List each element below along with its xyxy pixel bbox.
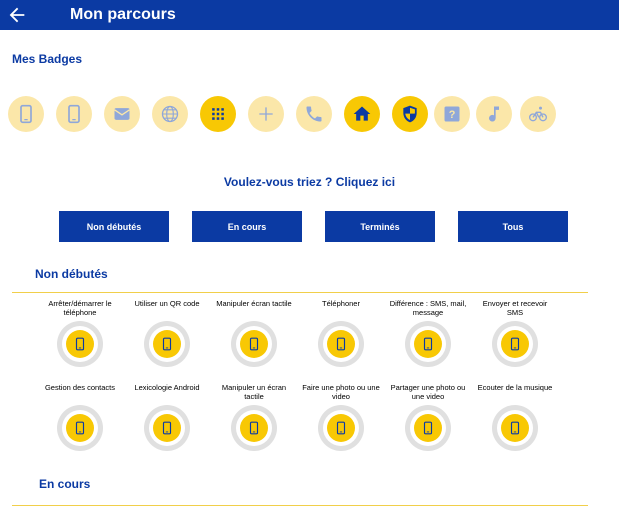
tablet-icon xyxy=(75,421,85,435)
activity-card[interactable]: Faire une photo ou une video xyxy=(301,383,381,451)
activity-label: Manipuler un écran tactile xyxy=(221,383,287,401)
activity-card[interactable]: Lexicologie Android xyxy=(127,383,207,451)
not-started-section-title: Non débutés xyxy=(35,267,108,281)
progress-ring xyxy=(57,405,103,451)
tablet-icon xyxy=(336,337,346,351)
home-icon xyxy=(353,106,371,121)
activity-card[interactable]: Manipuler écran tactile xyxy=(214,299,294,367)
tablet-icon xyxy=(510,337,520,351)
badge-item[interactable] xyxy=(56,96,92,132)
tablet-icon xyxy=(423,421,433,435)
progress-ring xyxy=(492,321,538,367)
activity-card[interactable]: Envoyer et recevoir SMS xyxy=(475,299,555,367)
badge-item[interactable]: ? xyxy=(434,96,470,132)
globe-icon xyxy=(161,105,179,123)
app-header: Mon parcours xyxy=(0,0,619,30)
filter-all-button[interactable]: Tous xyxy=(458,211,568,242)
arrow-back-icon[interactable] xyxy=(6,4,28,26)
activity-card[interactable]: Ecouter de la musique xyxy=(475,383,555,451)
progress-ring xyxy=(405,321,451,367)
activity-card[interactable]: Partager une photo ou une video xyxy=(388,383,468,451)
activity-card[interactable]: Téléphoner xyxy=(301,299,381,367)
tablet-icon xyxy=(336,421,346,435)
activity-card[interactable]: Différence : SMS, mail, message xyxy=(388,299,468,367)
progress-ring xyxy=(231,405,277,451)
activity-label: Lexicologie Android xyxy=(134,383,200,392)
tablet-icon xyxy=(249,421,259,435)
activity-card[interactable]: Gestion des contacts xyxy=(40,383,120,451)
progress-ring xyxy=(144,321,190,367)
grid-icon xyxy=(212,108,224,120)
tablet-icon xyxy=(423,337,433,351)
section-divider xyxy=(12,505,588,506)
page-title: Mon parcours xyxy=(70,6,176,23)
tablet-icon xyxy=(510,421,520,435)
activity-label: Arrêter/démarrer le téléphone xyxy=(48,299,112,317)
badge-item[interactable] xyxy=(476,96,512,132)
activity-label: Différence : SMS, mail, message xyxy=(389,299,467,317)
badge-item[interactable] xyxy=(248,96,284,132)
progress-ring xyxy=(57,321,103,367)
badge-item[interactable] xyxy=(200,96,236,132)
tablet-icon xyxy=(68,104,80,124)
bike-icon xyxy=(529,106,547,122)
activity-card[interactable]: Manipuler un écran tactile xyxy=(214,383,294,451)
badge-item[interactable] xyxy=(520,96,556,132)
section-divider xyxy=(12,292,588,293)
activity-label: Gestion des contacts xyxy=(44,383,116,392)
sort-prompt-link[interactable]: Voulez-vous triez ? Cliquez ici xyxy=(0,175,619,189)
filter-in-progress-button[interactable]: En cours xyxy=(192,211,302,242)
activity-label: Manipuler écran tactile xyxy=(216,299,292,308)
badge-item[interactable] xyxy=(392,96,428,132)
badge-item[interactable] xyxy=(296,96,332,132)
tablet-icon xyxy=(162,421,172,435)
activity-label: Faire une photo ou une video xyxy=(302,383,380,401)
progress-ring xyxy=(231,321,277,367)
progress-ring xyxy=(405,405,451,451)
activity-label: Partager une photo ou une video xyxy=(390,383,466,401)
activity-label: Ecouter de la musique xyxy=(477,383,553,392)
tablet-icon xyxy=(162,337,172,351)
badge-item[interactable] xyxy=(344,96,380,132)
activity-card[interactable]: Arrêter/démarrer le téléphone xyxy=(40,299,120,367)
filter-not-started-button[interactable]: Non débutés xyxy=(59,211,169,242)
in-progress-section-title: En cours xyxy=(39,477,91,491)
svg-text:?: ? xyxy=(449,109,456,121)
phone-icon xyxy=(306,106,322,122)
tablet-icon xyxy=(249,337,259,351)
help-icon: ? xyxy=(444,106,460,122)
shield-icon xyxy=(403,105,417,123)
activity-label: Envoyer et recevoir SMS xyxy=(482,299,548,317)
badge-item[interactable] xyxy=(104,96,140,132)
progress-ring xyxy=(318,405,364,451)
progress-ring xyxy=(318,321,364,367)
plus-icon xyxy=(259,107,273,121)
badge-item[interactable] xyxy=(8,96,44,132)
activity-label: Utiliser un QR code xyxy=(134,299,200,308)
tablet-icon xyxy=(75,337,85,351)
activity-card[interactable]: Utiliser un QR code xyxy=(127,299,207,367)
filter-completed-button[interactable]: Terminés xyxy=(325,211,435,242)
activity-label: Téléphoner xyxy=(322,299,360,308)
progress-ring xyxy=(144,405,190,451)
badge-item[interactable] xyxy=(152,96,188,132)
badges-section-title: Mes Badges xyxy=(12,52,83,66)
progress-ring xyxy=(492,405,538,451)
mail-icon xyxy=(114,108,130,120)
music-icon xyxy=(489,106,499,122)
tablet-icon xyxy=(20,104,32,124)
